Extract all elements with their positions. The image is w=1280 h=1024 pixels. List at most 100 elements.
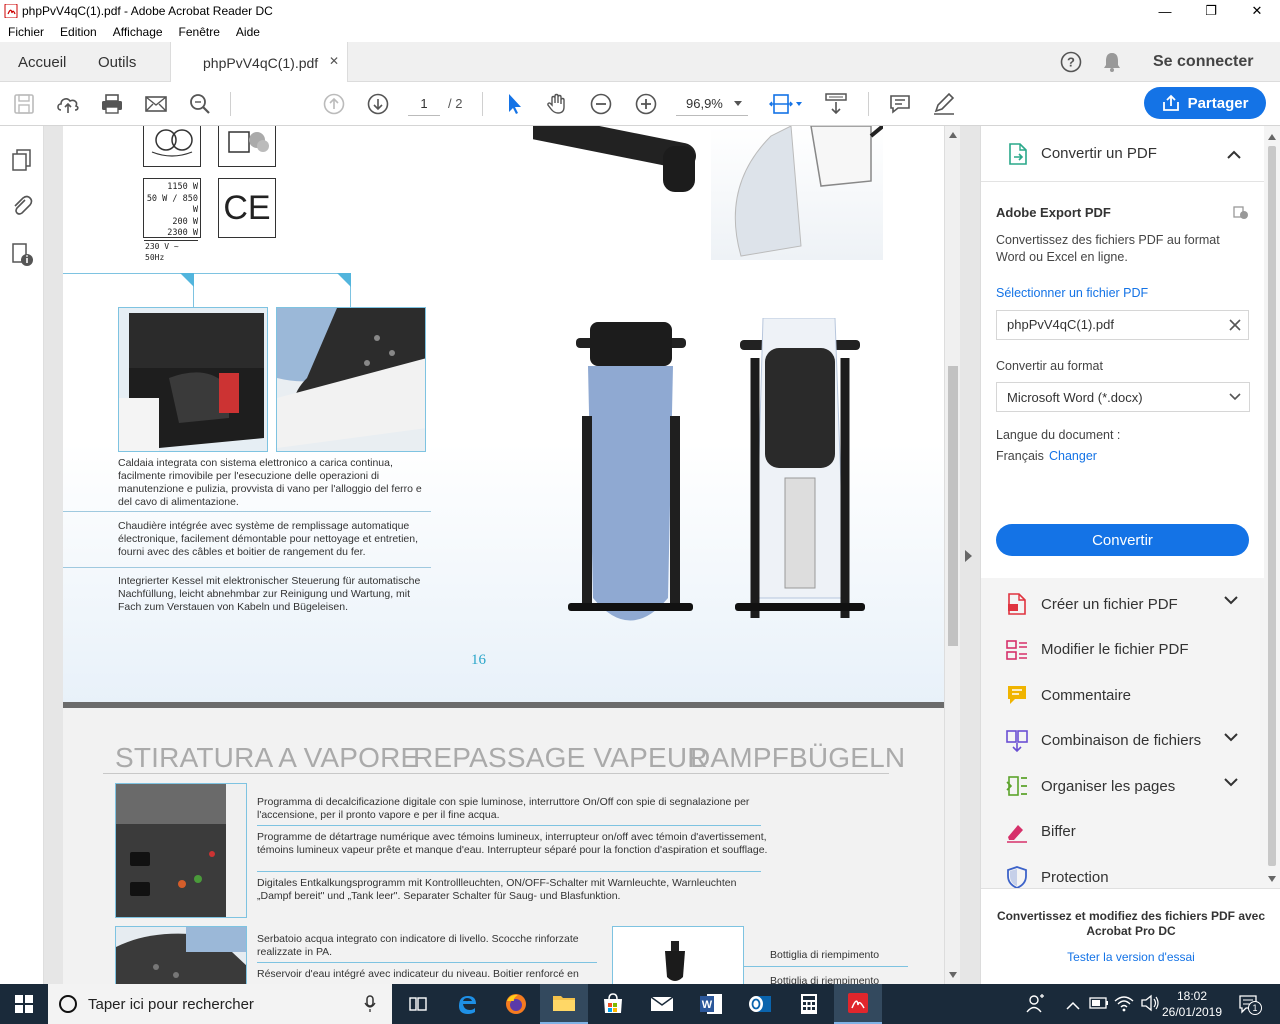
expand-right-panel-arrow[interactable] [965,550,973,565]
tab-document[interactable]: phpPvV4qC(1).pdf ✕ [170,42,348,83]
scrollbar-thumb[interactable] [1268,146,1276,866]
maximize-button[interactable]: ❐ [1188,0,1234,22]
close-tab-icon[interactable]: ✕ [329,54,339,68]
ironing-board-front-image [568,318,693,636]
document-info-icon[interactable] [10,242,36,268]
change-language-link[interactable]: Changer [1049,449,1097,463]
hand-tool-icon[interactable] [543,90,571,118]
file-explorer-icon[interactable] [540,984,588,1024]
spec-line: 230 V ~ 50Hz [144,239,198,264]
menu-edition[interactable]: Edition [52,22,105,42]
share-button[interactable]: Partager [1144,87,1266,119]
power-spec-box: 1150 W 50 W / 850 W 200 W 2300 W 230 V ~… [143,178,201,262]
task-view-icon[interactable] [394,984,442,1024]
chevron-down-icon[interactable] [1224,732,1238,742]
zoom-in-icon[interactable] [632,90,660,118]
menu-affichage[interactable]: Affichage [105,22,171,42]
edge-browser-icon[interactable] [443,984,491,1024]
word-icon[interactable]: W [687,984,735,1024]
tab-document-label: phpPvV4qC(1).pdf [203,54,319,71]
help-icon[interactable]: ? [1060,42,1082,82]
outlook-icon[interactable] [736,984,784,1024]
acrobat-taskbar-icon[interactable] [834,984,882,1024]
print-icon[interactable] [98,90,126,118]
next-page-icon[interactable] [364,90,392,118]
chevron-up-icon[interactable] [1227,150,1241,159]
firefox-icon[interactable] [492,984,540,1024]
menu-fichier[interactable]: Fichier [0,22,52,42]
convert-pdf-header[interactable]: Convertir un PDF [981,126,1264,182]
microphone-icon[interactable] [364,995,376,1013]
tool-item-edit-pdf[interactable]: Modifier le fichier PDF [981,628,1264,672]
sign-in-link[interactable]: Se connecter [1153,42,1253,82]
convert-pdf-title: Convertir un PDF [1041,145,1157,162]
zoom-search-icon[interactable] [186,90,214,118]
show-hidden-icons-chevron[interactable] [1066,998,1080,1013]
convert-pdf-panel: Convertir un PDF Adobe Export PDF Conver… [981,126,1264,578]
menu-aide[interactable]: Aide [228,22,268,42]
description-italian: Caldaia integrata con sistema elettronic… [118,457,422,508]
convert-button[interactable]: Convertir [996,524,1249,556]
clear-file-icon[interactable] [1229,319,1241,331]
battery-icon[interactable] [1089,996,1109,1013]
chevron-down-icon[interactable] [1224,778,1238,787]
page-thumbnails-icon[interactable] [10,148,34,172]
tool-item-create-pdf[interactable]: Créer un fichier PDF [981,582,1264,626]
description-german: Integrierter Kessel mit elektronischer S… [118,575,421,613]
scroll-down-arrow[interactable] [1268,876,1276,882]
tools-right-pane: Convertir un PDF Adobe Export PDF Conver… [980,126,1280,984]
comment-tool-icon[interactable] [886,90,914,118]
scroll-up-arrow[interactable] [1268,134,1276,140]
action-center-icon[interactable]: 1 [1238,994,1262,1017]
previous-page-icon[interactable] [320,90,348,118]
save-icon[interactable] [10,90,38,118]
scroll-down-arrow[interactable] [949,972,957,978]
zoom-out-icon[interactable] [587,90,615,118]
export-options-icon[interactable] [1233,206,1249,220]
convert-pdf-icon [1009,142,1027,165]
select-cursor-icon[interactable] [500,90,528,118]
minimize-button[interactable]: — [1142,0,1188,22]
attachment-icon[interactable] [10,194,34,218]
tab-accueil[interactable]: Accueil [18,42,66,82]
close-window-button[interactable]: ✕ [1234,0,1280,22]
search-placeholder: Taper ici pour rechercher [88,995,254,1013]
page-number-input[interactable]: 1 [408,92,440,116]
scroll-up-arrow[interactable] [949,132,957,138]
tool-item-organize-pages[interactable]: Organiser les pages [981,764,1264,808]
format-select[interactable]: Microsoft Word (*.docx) [996,382,1250,412]
fit-page-icon[interactable] [766,90,806,118]
chevron-down-icon[interactable] [1224,596,1238,605]
windows-start-icon[interactable] [0,984,48,1024]
calculator-icon[interactable] [785,984,833,1024]
search-ring-icon [59,995,77,1013]
zoom-level-select[interactable]: 96,9% [676,92,748,116]
document-scrollbar[interactable] [944,126,960,984]
tool-item-label: Modifier le fichier PDF [1041,641,1189,658]
tools-scrollbar[interactable] [1264,126,1280,886]
taskbar-search-box[interactable]: Taper ici pour rechercher [48,984,392,1024]
tab-outils[interactable]: Outils [98,42,136,82]
select-pdf-link[interactable]: Sélectionner un fichier PDF [996,286,1148,300]
selected-file-field[interactable]: phpPvV4qC(1).pdf [996,310,1249,340]
email-icon[interactable] [142,90,170,118]
wifi-icon[interactable] [1114,994,1134,1015]
draw-pen-icon[interactable] [930,90,958,118]
mail-icon[interactable] [638,984,686,1024]
scrollbar-thumb[interactable] [948,366,958,646]
upload-cloud-icon[interactable] [54,90,82,118]
store-icon[interactable] [589,984,637,1024]
document-viewer[interactable]: 1150 W 50 W / 850 W 200 W 2300 W 230 V ~… [44,126,980,984]
clock[interactable]: 18:02 26/01/2019 [1160,988,1224,1020]
tool-item-redact[interactable]: Biffer [981,810,1264,854]
people-icon[interactable] [1026,994,1046,1017]
trial-link[interactable]: Tester la version d'essai [981,950,1280,964]
description-french: Chaudière intégrée avec système de rempl… [118,520,419,558]
menu-fenetre[interactable]: Fenêtre [171,22,228,42]
scroll-mode-icon[interactable] [822,90,850,118]
tool-item-comment[interactable]: Commentaire [981,673,1264,717]
tool-item-combine-files[interactable]: Combinaison de fichiers [981,719,1264,763]
volume-icon[interactable] [1140,994,1160,1015]
notification-bell-icon[interactable] [1102,42,1122,82]
clock-date: 26/01/2019 [1161,1005,1223,1019]
